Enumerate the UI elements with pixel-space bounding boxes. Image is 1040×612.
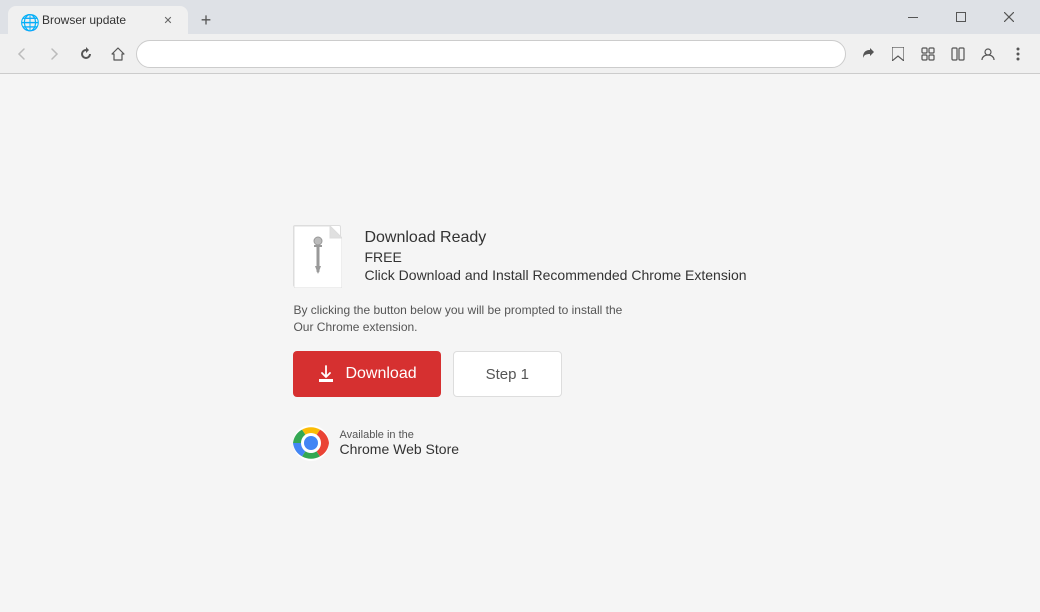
maximize-button[interactable] xyxy=(938,0,984,34)
back-button[interactable] xyxy=(8,40,36,68)
page-content: Download Ready FREE Click Download and I… xyxy=(0,74,1040,612)
browser-tab[interactable]: 🌐 Browser update ✕ xyxy=(8,6,188,34)
info-text: Download Ready FREE Click Download and I… xyxy=(364,225,746,283)
info-title: Download Ready xyxy=(364,229,746,247)
account-button[interactable] xyxy=(974,40,1002,68)
buttons-row: Download Step 1 xyxy=(293,351,562,397)
new-tab-button[interactable]: + xyxy=(192,6,220,34)
download-icon xyxy=(317,365,335,383)
step1-button[interactable]: Step 1 xyxy=(453,351,562,397)
split-view-button[interactable] xyxy=(944,40,972,68)
tab-bar: 🌐 Browser update ✕ + xyxy=(8,0,882,34)
window-controls xyxy=(890,0,1032,34)
chrome-logo-icon xyxy=(293,425,329,461)
store-text: Available in the Chrome Web Store xyxy=(339,429,459,457)
close-button[interactable] xyxy=(986,0,1032,34)
browser-window: 🌐 Browser update ✕ + xyxy=(0,0,1040,612)
nav-bar xyxy=(0,34,1040,74)
home-button[interactable] xyxy=(104,40,132,68)
chrome-store[interactable]: Available in the Chrome Web Store xyxy=(293,425,459,461)
minimize-button[interactable] xyxy=(890,0,936,34)
refresh-button[interactable] xyxy=(72,40,100,68)
disclaimer-text: By clicking the button below you will be… xyxy=(293,302,623,336)
store-available-label: Available in the xyxy=(339,429,459,441)
header-section: Download Ready FREE Click Download and I… xyxy=(293,225,746,290)
forward-button[interactable] xyxy=(40,40,68,68)
tab-favicon: 🌐 xyxy=(20,13,34,27)
tab-close-button[interactable]: ✕ xyxy=(160,12,176,28)
download-button[interactable]: Download xyxy=(293,351,440,397)
step1-button-label: Step 1 xyxy=(486,366,529,383)
store-name-label: Chrome Web Store xyxy=(339,441,459,457)
info-subtitle: Click Download and Install Recommended C… xyxy=(364,267,746,283)
share-button[interactable] xyxy=(854,40,882,68)
menu-button[interactable] xyxy=(1004,40,1032,68)
tab-title: Browser update xyxy=(42,13,152,27)
extensions-button[interactable] xyxy=(914,40,942,68)
download-button-label: Download xyxy=(345,365,416,383)
title-bar: 🌐 Browser update ✕ + xyxy=(0,0,1040,34)
content-box: Download Ready FREE Click Download and I… xyxy=(293,225,746,462)
toolbar-actions xyxy=(854,40,1032,68)
address-bar[interactable] xyxy=(136,40,846,68)
bookmark-button[interactable] xyxy=(884,40,912,68)
info-free: FREE xyxy=(364,249,746,265)
file-icon xyxy=(293,225,348,290)
